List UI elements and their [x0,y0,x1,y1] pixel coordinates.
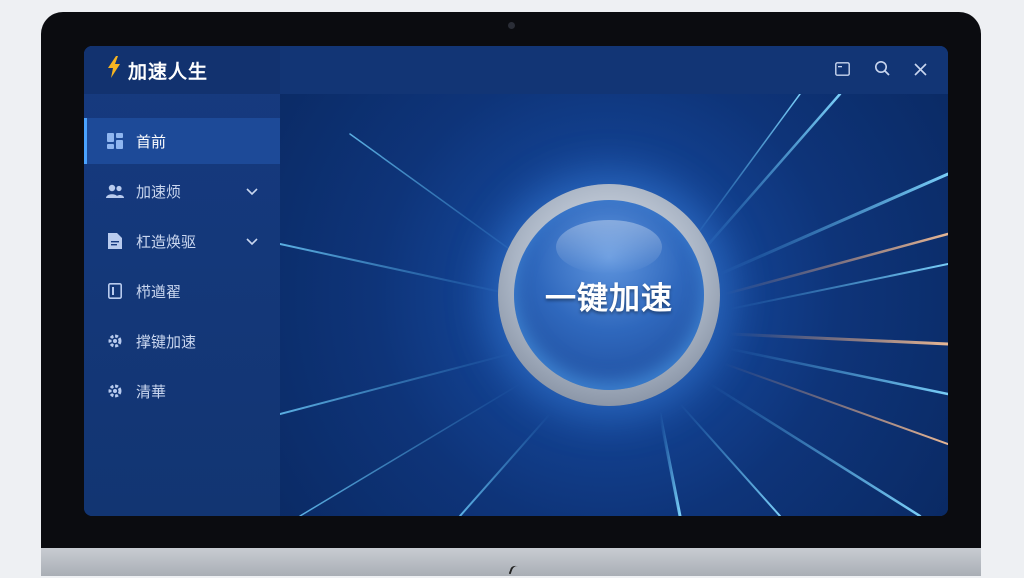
close-button[interactable] [910,60,930,80]
sidebar-item-accelerate[interactable]: 加速烦 [84,168,280,214]
gear-icon [106,382,124,400]
gear-icon [106,332,124,350]
webcam [508,22,515,29]
sidebar-item-label: 清華 [136,382,167,401]
file-icon [106,282,124,300]
chevron-down-icon[interactable] [246,233,258,246]
chevron-down-icon[interactable] [246,183,258,196]
window-button[interactable] [832,60,852,80]
main-panel: 一键加速 [280,46,948,516]
close-icon [913,61,927,80]
grid-icon [106,132,124,150]
sidebar: 加速人生 首前 加速烦 杠造焕驱 栉遒翟 撑键加速 清華 [84,46,280,516]
sidebar-item-home[interactable]: 首前 [84,118,280,164]
button-gloss [556,220,662,274]
boost-button-container: 一键加速 [498,184,720,406]
sidebar-item-management[interactable]: 栉遒翟 [84,268,280,314]
sidebar-item-label: 加速烦 [136,182,182,201]
one-click-boost-button[interactable]: 一键加速 [514,200,704,390]
search-icon [874,60,890,80]
users-icon [106,182,124,200]
sidebar-item-label: 杠造焕驱 [136,232,197,251]
sidebar-nav: 首前 加速烦 杠造焕驱 栉遒翟 撑键加速 清華 [84,118,280,414]
brand: 加速人生 [84,46,280,94]
sidebar-item-one-click[interactable]: 撑键加速 [84,318,280,364]
sidebar-item-clean[interactable]: 清華 [84,368,280,414]
title-bar [280,46,948,94]
document-icon [106,232,124,250]
search-button[interactable] [872,60,892,80]
app-window: 加速人生 首前 加速烦 杠造焕驱 栉遒翟 撑键加速 清華 一键加速 [84,46,948,516]
brand-name: 加速人生 [128,60,209,83]
sidebar-item-label: 撑键加速 [136,332,197,351]
window-icon [834,61,850,80]
sidebar-item-label: 首前 [136,132,167,151]
sidebar-item-label: 栉遒翟 [136,282,182,301]
sidebar-item-records[interactable]: 杠造焕驱 [84,218,280,264]
boost-button-label: 一键加速 [545,280,673,316]
lightning-bolt-icon [106,56,122,84]
